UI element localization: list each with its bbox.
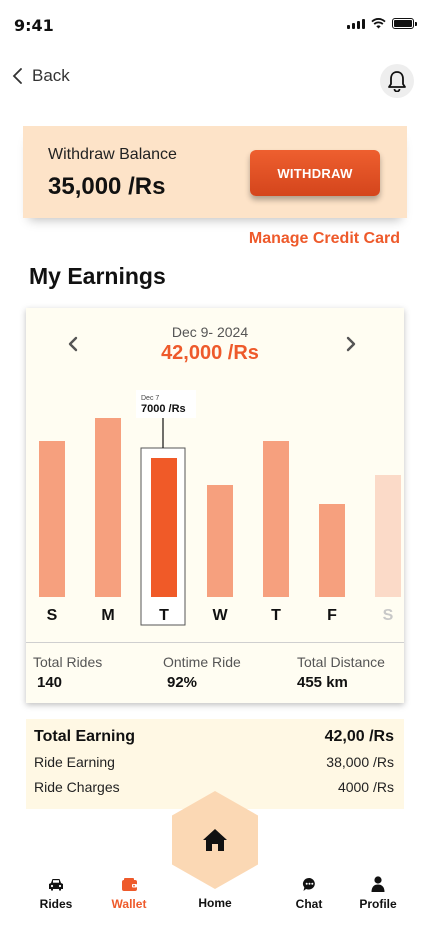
status-icons	[347, 18, 417, 29]
signal-icon	[347, 19, 365, 29]
ride-charges-value: 4000 /Rs	[337, 779, 394, 795]
nav-rides-label: Rides	[39, 897, 73, 911]
balance-value: 35,000 /Rs	[48, 173, 166, 200]
day-label-5[interactable]: F	[327, 607, 337, 624]
ride-earning-value: 38,000 /Rs	[326, 754, 394, 770]
tooltip-value: 7000 /Rs	[141, 403, 186, 415]
nav-home-label[interactable]: Home	[179, 896, 251, 910]
earnings-card: Dec 9- 2024 42,000 /Rs Dec 7 7000 /Rs SM…	[26, 308, 404, 703]
tooltip-date: Dec 7	[141, 395, 159, 402]
next-week-button[interactable]	[339, 332, 363, 356]
day-label-2[interactable]: T	[159, 607, 169, 624]
stats-divider	[26, 642, 404, 643]
chat-icon	[302, 876, 317, 892]
day-label-0[interactable]: S	[47, 607, 58, 624]
car-icon	[48, 876, 64, 892]
section-title: My Earnings	[29, 263, 166, 289]
bar-6[interactable]	[375, 475, 401, 597]
total-earning-label: Total Earning	[34, 728, 136, 745]
nav-wallet[interactable]: Wallet	[94, 876, 164, 911]
ride-earning-row: Ride Earning 38,000 /Rs	[34, 754, 394, 770]
stat-total-rides-label: Total Rides	[33, 654, 103, 670]
stat-ontime-label: Ontime Ride	[163, 654, 241, 670]
ride-charges-label: Ride Charges	[34, 779, 120, 795]
nav-profile-label: Profile	[359, 897, 397, 911]
ride-earning-label: Ride Earning	[34, 754, 115, 770]
stat-distance-value: 455 km	[297, 674, 348, 691]
bar-0[interactable]	[39, 441, 65, 597]
manage-credit-card-link[interactable]: Manage Credit Card	[249, 230, 400, 248]
back-button[interactable]: Back	[12, 66, 70, 86]
earnings-bar-chart: Dec 7 7000 /Rs S M T W T F S	[39, 390, 401, 626]
notification-button[interactable]	[380, 64, 414, 98]
wifi-icon	[371, 18, 386, 29]
nav-chat[interactable]: Chat	[274, 876, 344, 911]
withdraw-button[interactable]: WITHDRAW	[250, 150, 380, 196]
wallet-icon	[121, 876, 138, 892]
day-label-1[interactable]: M	[101, 607, 114, 624]
battery-icon	[392, 18, 417, 29]
nav-profile[interactable]: Profile	[343, 876, 413, 911]
stat-distance-label: Total Distance	[297, 654, 385, 670]
withdraw-balance-card: Withdraw Balance 35,000 /Rs WITHDRAW	[23, 126, 407, 218]
balance-label: Withdraw Balance	[48, 146, 177, 163]
nav-wallet-label: Wallet	[111, 897, 147, 911]
home-icon	[203, 829, 227, 851]
chevron-right-icon	[346, 336, 356, 352]
total-earning-row: Total Earning 42,00 /Rs	[34, 728, 394, 746]
chevron-left-icon	[12, 68, 22, 84]
profile-icon	[371, 876, 385, 892]
status-time: 9:41	[14, 16, 54, 35]
day-label-4[interactable]: T	[271, 607, 281, 624]
stat-ontime-value: 92%	[167, 674, 198, 691]
day-label-6[interactable]: S	[383, 607, 394, 624]
bar-3[interactable]	[207, 485, 233, 597]
bell-icon	[388, 71, 406, 92]
bar-2[interactable]	[151, 458, 177, 597]
stat-total-rides-value: 140	[37, 674, 63, 691]
bar-4[interactable]	[263, 441, 289, 597]
bar-1[interactable]	[95, 418, 121, 597]
nav-rides[interactable]: Rides	[21, 876, 91, 911]
bar-5[interactable]	[319, 504, 345, 597]
nav-chat-label: Chat	[295, 897, 323, 911]
day-label-3[interactable]: W	[212, 607, 228, 624]
back-label: Back	[32, 66, 70, 85]
total-earning-value: 42,00 /Rs	[324, 728, 394, 745]
